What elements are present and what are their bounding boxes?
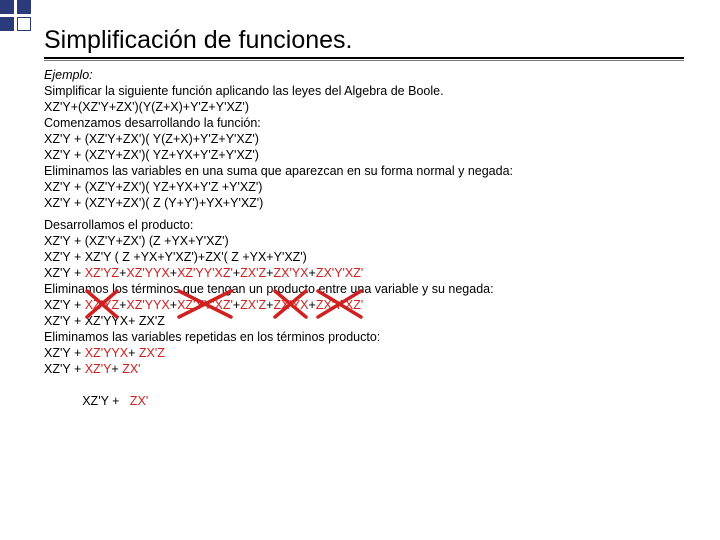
formula: XZ'Y + (XZ'Y+ZX')( Y(Z+X)+Y'Z+Y'XZ') [44, 131, 684, 147]
text-line: Desarrollamos el producto: [44, 217, 684, 233]
example-label: Ejemplo: [44, 68, 93, 82]
text-line: Simplificar la siguiente función aplican… [44, 83, 684, 99]
title-rule [44, 57, 684, 61]
formula: XZ'Y + (XZ'Y+ZX')( YZ+YX+Y'Z +Y'XZ') [44, 179, 684, 195]
formula: XZ'Y + XZ'Y ( Z +YX+Y'XZ')+ZX'( Z +YX+Y'… [44, 249, 684, 265]
formula: XZ'Y + (XZ'Y+ZX') (Z +YX+Y'XZ') [44, 233, 684, 249]
formula: XZ'Y + XZ'YZ+XZ'YYX+XZ'YY'XZ'+ZX'Z+ZX'YX… [44, 297, 684, 313]
text-line: Eliminamos los términos que tengan un pr… [44, 281, 684, 297]
formula: XZ'Y + (XZ'Y+ZX')( Z (Y+Y')+YX+Y'XZ') [44, 195, 684, 211]
block-1: Ejemplo: Simplificar la siguiente funció… [44, 67, 684, 211]
formula: XZ'Y + XZ'YYX+ ZX'Z [44, 313, 684, 329]
text-line: Eliminamos las variables en una suma que… [44, 163, 684, 179]
formula: XZ'Y + ZX' [44, 377, 684, 425]
slide-title: Simplificación de funciones. [44, 26, 684, 55]
text-line: Comenzamos desarrollando la función: [44, 115, 684, 131]
formula: XZ'Y + XZ'YYX+ ZX'Z [44, 345, 684, 361]
formula: XZ'Y + XZ'YZ+XZ'YYX+XZ'YY'XZ'+ZX'Z+ZX'YX… [44, 265, 684, 281]
text-line: Eliminamos las variables repetidas en lo… [44, 329, 684, 345]
formula: XZ'Y+(XZ'Y+ZX')(Y(Z+X)+Y'Z+Y'XZ') [44, 99, 684, 115]
formula: XZ'Y + XZ'Y+ ZX' [44, 361, 684, 377]
formula: XZ'Y + (XZ'Y+ZX')( YZ+YX+Y'Z+Y'XZ') [44, 147, 684, 163]
content: Ejemplo: Simplificar la siguiente funció… [44, 67, 684, 425]
slide-body: Simplificación de funciones. Ejemplo: Si… [0, 0, 720, 540]
block-2: Desarrollamos el producto: XZ'Y + (XZ'Y+… [44, 217, 684, 425]
